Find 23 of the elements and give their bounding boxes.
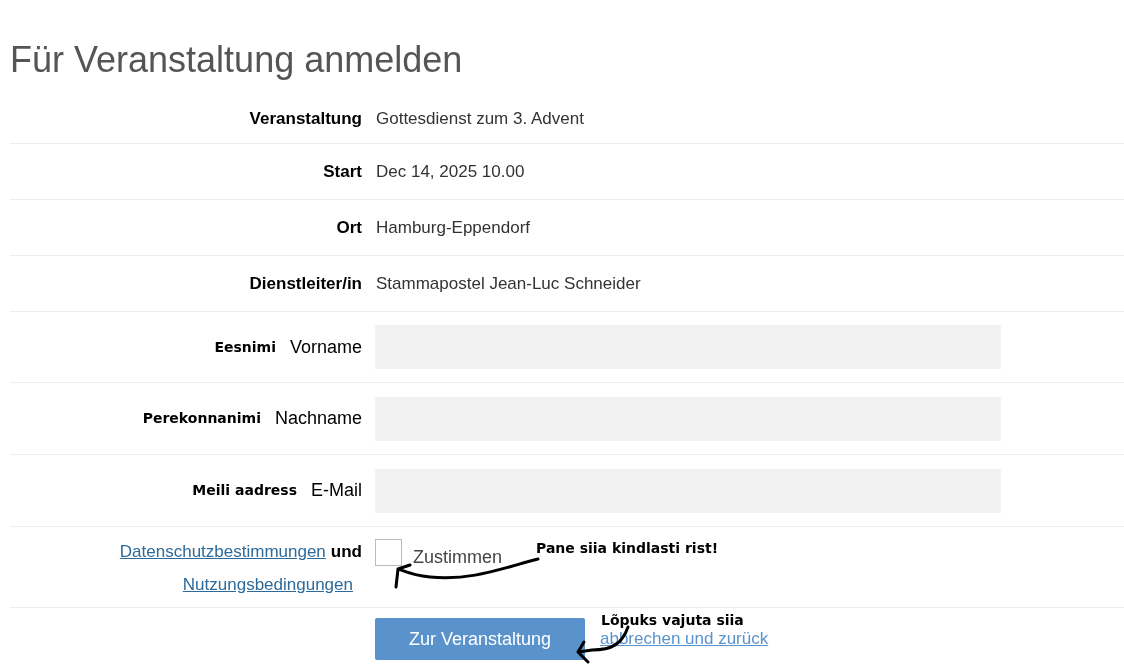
field-value: Gottesdienst zum 3. Advent — [376, 108, 584, 131]
field-value: Dec 14, 2025 10.00 — [376, 160, 525, 183]
annotation-text: Eesnimi — [214, 337, 276, 357]
field-label: Dienstleiter/in — [249, 272, 362, 295]
field-label: E-Mail — [311, 479, 362, 502]
annotation-text: Perekonnanimi — [142, 409, 261, 428]
consent-checkbox[interactable] — [375, 539, 402, 566]
field-label: Nachname — [274, 407, 362, 430]
annotation-text: Meili aadress — [192, 481, 297, 500]
checkbox-label: Zustimmen — [413, 546, 502, 569]
field-value: Hamburg-Eppendorf — [376, 216, 531, 239]
field-label: Vorname — [289, 335, 362, 359]
annotation-text: Pane siia kindlasti rist! — [536, 539, 719, 558]
field-label: Ort — [336, 216, 362, 239]
terms-link[interactable]: Nutzungsbedingungen — [182, 571, 353, 597]
submit-button[interactable]: Zur Veranstaltung — [375, 618, 585, 660]
page-title: Für Veranstaltung anmelden — [10, 38, 464, 82]
field-label: Start — [323, 160, 362, 183]
field-label: Veranstaltung — [249, 108, 362, 131]
field-value: Stammapostel Jean-Luc Schneider — [376, 272, 641, 295]
annotation-text: Lõpuks vajuta siia — [601, 611, 744, 630]
conjunction-text: und — [330, 541, 362, 563]
privacy-link[interactable]: Datenschutzbestimmungen — [119, 539, 326, 565]
